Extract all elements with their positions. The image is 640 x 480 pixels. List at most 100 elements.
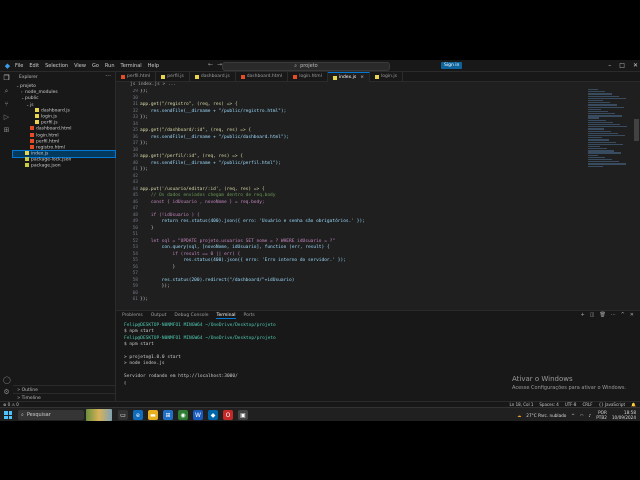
menu-bar: File Edit Selection View Go Run Terminal Help xyxy=(15,63,165,69)
menu-item-view[interactable]: View xyxy=(74,63,86,69)
weather-label[interactable]: 27°C Parc. nublado xyxy=(526,413,566,418)
js-file-icon xyxy=(194,74,199,79)
maximize-icon[interactable]: □ xyxy=(619,62,625,69)
menu-item-edit[interactable]: Edit xyxy=(29,63,39,69)
split-terminal-icon[interactable]: ◫ xyxy=(590,312,595,318)
word-icon[interactable]: W xyxy=(193,410,203,420)
js-file-icon xyxy=(332,75,337,80)
more-icon[interactable]: ··· xyxy=(611,312,616,318)
run-debug-icon[interactable]: ▷ xyxy=(3,114,10,121)
taskbar-search-label: Pesquisar xyxy=(26,412,51,418)
file-tree-item[interactable]: package.json xyxy=(13,163,115,169)
panel-tab-debug-console[interactable]: Debug Console xyxy=(174,313,208,319)
menu-item-terminal[interactable]: Terminal xyxy=(121,63,142,69)
wifi-icon[interactable]: ◠ xyxy=(580,413,584,418)
source-control-icon[interactable]: ⑂ xyxy=(3,101,10,108)
minimap-line xyxy=(588,104,617,106)
menu-item-selection[interactable]: Selection xyxy=(45,63,68,69)
js-file-icon xyxy=(161,74,166,79)
code-lines[interactable]: }); app.get("/registro", (req, res) => { … xyxy=(140,89,365,304)
account-icon[interactable]: ◯ xyxy=(3,377,11,384)
maximize-panel-icon[interactable]: ^ xyxy=(621,312,625,318)
command-center-label: projeto xyxy=(300,63,318,69)
menu-item-run[interactable]: Run xyxy=(105,63,115,69)
html-file-icon xyxy=(293,74,298,79)
add-terminal-icon[interactable]: + xyxy=(581,312,585,318)
tray-chevron-icon[interactable]: ^ xyxy=(571,413,575,418)
taskbar-search[interactable]: ⌕ Pesquisar xyxy=(18,410,84,420)
close-tab-icon[interactable]: × xyxy=(360,75,364,80)
activity-bar: ❐ ⌕ ⑂ ▷ ⊞ ◯ ⚙ xyxy=(0,72,14,401)
edge-icon[interactable]: e xyxy=(133,410,143,420)
tab-label: login.js xyxy=(380,74,397,79)
code-line[interactable]: return res.status(400).json({ erro: 'Usu… xyxy=(140,219,365,226)
clock[interactable]: 18:58 10/09/2024 xyxy=(612,410,636,420)
html-file-icon xyxy=(240,74,245,79)
search-highlight-image[interactable] xyxy=(86,409,112,421)
sign-in-button[interactable]: Sign in xyxy=(441,62,463,69)
html-file-icon xyxy=(30,126,34,131)
minimap-line xyxy=(588,110,608,113)
tab-login-html[interactable]: login.html xyxy=(288,72,328,81)
minimap-line xyxy=(588,119,606,121)
tab-dashboard-html[interactable]: dashboard.html xyxy=(236,72,289,81)
minimap-line xyxy=(588,126,627,128)
panel-tab-terminal[interactable]: Terminal xyxy=(216,313,236,319)
code-line[interactable]: }); xyxy=(140,297,365,304)
explorer-icon[interactable]: ❐ xyxy=(3,75,10,82)
menu-item-file[interactable]: File xyxy=(15,63,23,69)
command-center-search[interactable]: ⌕ projeto xyxy=(222,61,390,71)
panel-tab-ports[interactable]: Ports xyxy=(244,313,255,319)
file-explorer-icon[interactable]: ▬ xyxy=(148,410,158,420)
back-arrow-icon[interactable]: ← xyxy=(208,61,213,68)
close-panel-icon[interactable]: ✕ xyxy=(630,312,634,318)
chrome-icon[interactable]: ◉ xyxy=(178,410,188,420)
panel-tab-output[interactable]: Output xyxy=(151,313,167,319)
vertical-scrollbar[interactable] xyxy=(634,119,639,141)
extensions-icon[interactable]: ⊞ xyxy=(3,127,10,134)
menu-item-go[interactable]: Go xyxy=(92,63,99,69)
tab-label: login.html xyxy=(299,74,322,79)
windows-taskbar: ⌕ Pesquisar ▭ e ▬ ⊞ ◉ W ◆ O ▣ ☁ 27°C Par… xyxy=(0,407,640,421)
minimap-line xyxy=(588,156,605,159)
vscode-taskbar-icon[interactable]: ◆ xyxy=(208,410,218,420)
minimap-line xyxy=(588,161,619,163)
more-actions-icon[interactable]: ··· xyxy=(105,73,111,80)
tab-login-js[interactable]: login.js xyxy=(370,72,403,81)
close-icon[interactable]: ✕ xyxy=(633,62,638,69)
outline-section[interactable]: > Outline xyxy=(13,385,115,393)
menu-item-help[interactable]: Help xyxy=(148,63,159,69)
html-file-icon xyxy=(30,144,34,149)
opera-icon[interactable]: O xyxy=(223,410,233,420)
file-tree-label: registro.html xyxy=(36,145,65,151)
trash-icon[interactable]: 🗑 xyxy=(599,312,605,318)
settings-gear-icon[interactable]: ⚙ xyxy=(3,389,10,396)
minimap[interactable] xyxy=(588,89,632,169)
language-indicator[interactable]: POR PTB2 xyxy=(596,410,607,420)
minimize-icon[interactable]: – xyxy=(608,62,611,69)
code-editor[interactable]: 29 30 31 32 33 34 35 36 37 38 39 40 41 42 43 44 45 46 47 48… xyxy=(116,89,640,310)
minimap-line xyxy=(588,145,600,148)
volume-icon[interactable]: ♪ xyxy=(589,413,592,418)
code-line[interactable]: res.status(400).json({ erro: 'Erro inter… xyxy=(140,258,365,265)
task-view-icon[interactable]: ▭ xyxy=(118,410,128,420)
minimap-line xyxy=(588,159,612,161)
tab-perfil-html[interactable]: perfil.html xyxy=(116,72,157,81)
panel-tabs: Problems Output Debug Console Terminal Ports xyxy=(122,313,255,319)
html-file-icon xyxy=(30,138,34,143)
app-icon[interactable]: ▣ xyxy=(238,410,248,420)
tab-label: dashboard.js xyxy=(200,74,230,79)
tab-index-js[interactable]: index.js × xyxy=(327,72,370,82)
panel-tab-problems[interactable]: Problems xyxy=(122,313,143,319)
minimap-line xyxy=(588,154,598,156)
timeline-section[interactable]: > Timeline xyxy=(13,393,115,401)
breadcrumb[interactable]: js index.js > ... xyxy=(116,82,176,88)
panel-actions: + ◫ 🗑 ··· ^ ✕ xyxy=(581,312,634,318)
windows-start-icon[interactable] xyxy=(4,411,12,419)
search-icon[interactable]: ⌕ xyxy=(3,88,10,95)
tab-dashboard-js[interactable]: dashboard.js xyxy=(190,72,236,81)
tab-perfil-js[interactable]: perfil.js xyxy=(156,72,190,81)
weather-icon: ☁ xyxy=(517,412,522,418)
minimap-line xyxy=(588,137,602,139)
store-icon[interactable]: ⊞ xyxy=(163,410,173,420)
